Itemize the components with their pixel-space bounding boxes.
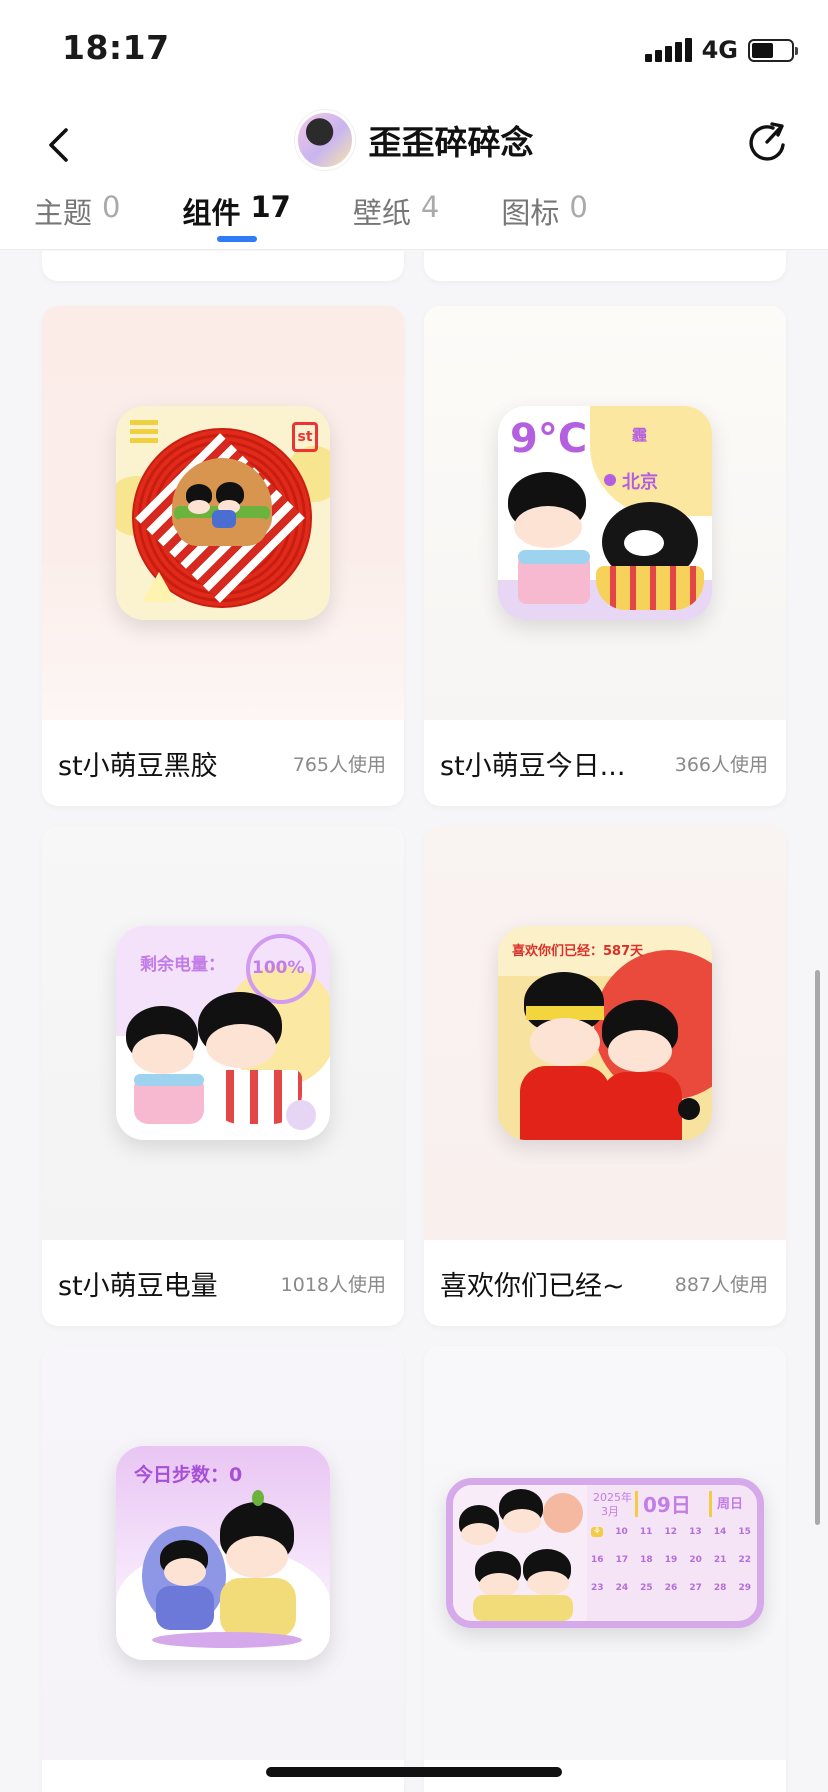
calendar-date: 13 bbox=[689, 1527, 702, 1537]
tab-label: 主题 bbox=[34, 196, 93, 230]
calendar-date: 27 bbox=[689, 1583, 702, 1593]
tab-count: 0 bbox=[569, 190, 588, 224]
calendar-date: 11 bbox=[639, 1527, 653, 1537]
partial-card[interactable] bbox=[42, 251, 404, 281]
weather-widget-preview: 9°C 霾 北京 bbox=[498, 406, 712, 620]
calendar-date: 23 bbox=[591, 1583, 604, 1593]
card-title: st小萌豆今日... bbox=[440, 750, 626, 782]
days-widget-preview: 喜欢你们已经：587天 bbox=[498, 926, 712, 1140]
widget-card[interactable]: 喜欢你们已经：587天 喜欢你们已经~ 887人使用 bbox=[424, 826, 786, 1326]
calendar-date: 24 bbox=[615, 1583, 629, 1593]
calendar-date: 12 bbox=[664, 1527, 677, 1537]
calendar-date: 16 bbox=[591, 1555, 604, 1565]
tab-themes[interactable]: 主题 0 bbox=[34, 190, 120, 246]
card-thumbnail: 2025年 3月 09日 周日 ⚘ 10 11 12 13 14 15 16 1… bbox=[424, 1346, 786, 1760]
share-icon bbox=[749, 122, 785, 161]
card-footer: st小萌豆黑胶 765人使用 bbox=[42, 720, 404, 806]
days-label: 喜欢你们已经：587天 bbox=[512, 944, 644, 959]
calendar-date: 14 bbox=[713, 1527, 727, 1537]
tab-count: 0 bbox=[102, 190, 121, 224]
tab-wallpapers[interactable]: 壁纸 4 bbox=[353, 190, 439, 246]
weather-condition: 霾 bbox=[632, 426, 648, 444]
steps-widget-preview: 今日步数：0 bbox=[116, 1446, 330, 1660]
calendar-date: 22 bbox=[738, 1555, 751, 1565]
weather-city: 北京 bbox=[622, 472, 658, 493]
card-thumbnail: 今日步数：0 bbox=[42, 1346, 404, 1760]
share-button[interactable] bbox=[740, 114, 798, 172]
card-footer: 喜欢你们已经~ 887人使用 bbox=[424, 1240, 786, 1326]
scrollbar[interactable] bbox=[815, 970, 820, 1525]
calendar-date: 20 bbox=[689, 1555, 702, 1565]
usage-count: 887人使用 bbox=[674, 1273, 768, 1296]
usage-count: 765人使用 bbox=[292, 753, 386, 776]
tab-label: 组件 bbox=[182, 196, 241, 230]
widget-card[interactable]: 2025年 3月 09日 周日 ⚘ 10 11 12 13 14 15 16 1… bbox=[424, 1346, 786, 1792]
steps-label: 今日步数：0 bbox=[134, 1464, 243, 1486]
category-tabs: 主题 0 组件 17 壁纸 4 图标 0 bbox=[0, 190, 828, 250]
widget-card[interactable]: 今日步数：0 bbox=[42, 1346, 404, 1792]
weather-temp: 9°C bbox=[510, 416, 588, 462]
widget-grid: st st小萌豆黑胶 765人使用 9°C 霾 北京 st小萌豆今日... 36… bbox=[0, 251, 828, 1792]
tab-active-indicator bbox=[216, 236, 257, 242]
card-title: st小萌豆黑胶 bbox=[58, 750, 218, 782]
widget-card[interactable]: st st小萌豆黑胶 765人使用 bbox=[42, 306, 404, 806]
calendar-date: 19 bbox=[664, 1555, 678, 1565]
battery-percent: 100% bbox=[252, 958, 305, 978]
home-indicator[interactable] bbox=[266, 1767, 562, 1777]
avatar bbox=[294, 110, 355, 170]
battery-icon bbox=[748, 38, 798, 62]
tab-widgets[interactable]: 组件 17 bbox=[182, 190, 291, 246]
creator-header[interactable]: 歪歪碎碎念 bbox=[0, 110, 828, 170]
card-thumbnail: 剩余电量： 100% bbox=[42, 826, 404, 1240]
calendar-date: 10 bbox=[615, 1527, 628, 1537]
card-thumbnail: 9°C 霾 北京 bbox=[424, 306, 786, 720]
battery-widget-preview: 剩余电量： 100% bbox=[116, 926, 330, 1140]
calendar-date: 28 bbox=[713, 1583, 727, 1593]
tab-label: 壁纸 bbox=[352, 196, 411, 230]
calendar-date: 18 bbox=[640, 1555, 653, 1565]
calendar-date: 26 bbox=[664, 1583, 678, 1593]
card-footer: st小萌豆电量 1018人使用 bbox=[42, 1240, 404, 1326]
widget-card[interactable]: 9°C 霾 北京 st小萌豆今日... 366人使用 bbox=[424, 306, 786, 806]
status-time: 18:17 bbox=[62, 28, 170, 67]
card-title: 喜欢你们已经~ bbox=[440, 1270, 625, 1302]
calendar-date: 17 bbox=[615, 1555, 629, 1565]
calendar-weekday: 周日 bbox=[717, 1497, 744, 1512]
card-title: st小萌豆电量 bbox=[58, 1270, 218, 1302]
signal-icon bbox=[644, 38, 692, 62]
page-title: 歪歪碎碎念 bbox=[368, 123, 534, 162]
tab-count: 17 bbox=[250, 190, 291, 224]
nav-bar: 歪歪碎碎念 bbox=[0, 100, 828, 190]
card-thumbnail: 喜欢你们已经：587天 bbox=[424, 826, 786, 1240]
calendar-widget-preview: 2025年 3月 09日 周日 ⚘ 10 11 12 13 14 15 16 1… bbox=[446, 1478, 764, 1628]
vinyl-widget-preview: st bbox=[116, 406, 330, 620]
status-indicators: 4G bbox=[644, 36, 798, 64]
calendar-day: 09日 bbox=[643, 1493, 691, 1517]
calendar-date: 29 bbox=[738, 1583, 751, 1593]
usage-count: 1018人使用 bbox=[280, 1273, 386, 1296]
tab-label: 图标 bbox=[501, 196, 560, 230]
battery-label: 剩余电量： bbox=[140, 955, 225, 975]
partial-card[interactable] bbox=[424, 251, 786, 281]
calendar-date: 15 bbox=[738, 1527, 751, 1537]
tab-count: 4 bbox=[420, 190, 440, 224]
calendar-date: 21 bbox=[713, 1555, 727, 1565]
network-type: 4G bbox=[701, 36, 738, 64]
card-footer: st小萌豆今日... 366人使用 bbox=[424, 720, 786, 806]
usage-count: 366人使用 bbox=[674, 753, 768, 776]
tab-icons[interactable]: 图标 0 bbox=[501, 190, 587, 246]
calendar-today-marker: ⚘ bbox=[591, 1527, 604, 1537]
status-bar: 18:17 4G bbox=[0, 0, 828, 100]
widget-card[interactable]: 剩余电量： 100% st小萌豆电量 1018人使用 bbox=[42, 826, 404, 1326]
calendar-month: 3月 bbox=[601, 1505, 619, 1518]
card-thumbnail: st bbox=[42, 306, 404, 720]
calendar-date: 25 bbox=[640, 1583, 653, 1593]
